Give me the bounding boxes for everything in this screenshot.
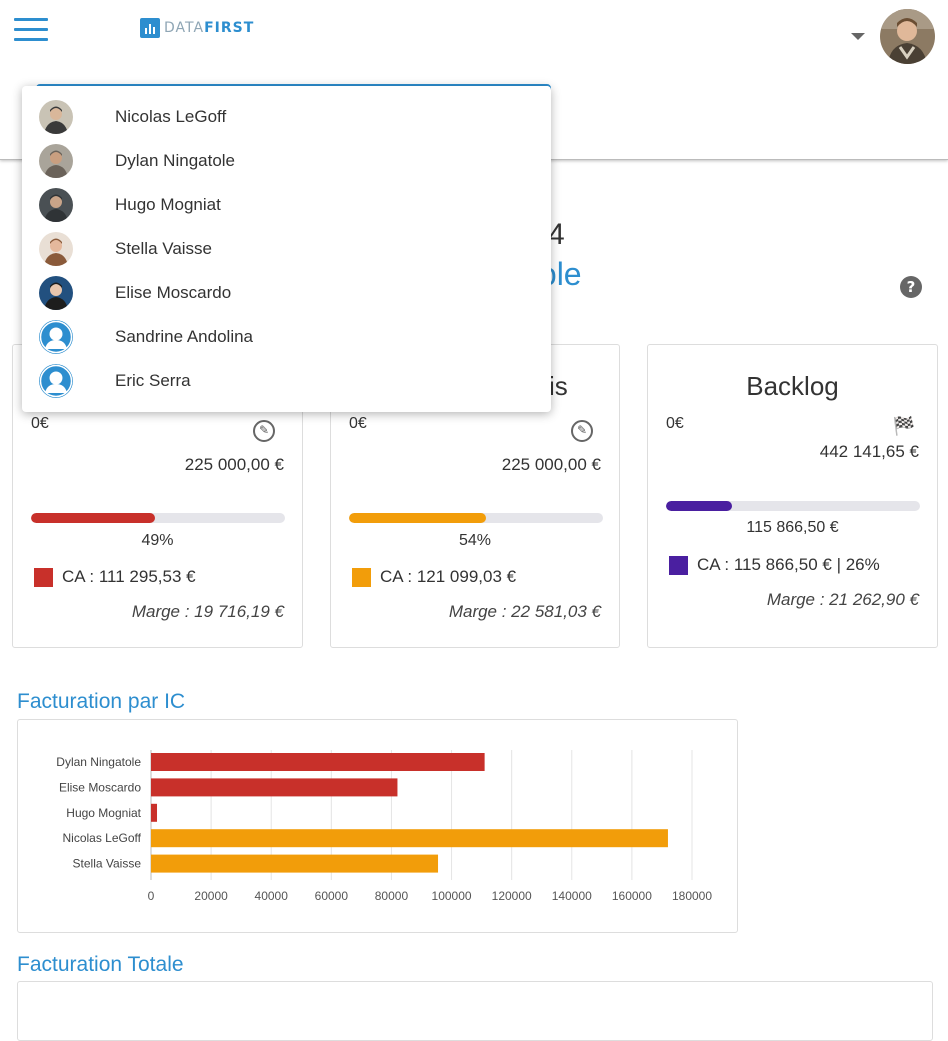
x-tick-label: 180000 — [672, 889, 712, 903]
card-title: is — [549, 371, 568, 401]
user-photo-avatar — [39, 188, 73, 222]
bar — [151, 778, 398, 797]
ca-color-swatch — [352, 567, 371, 587]
category-label: Nicolas LeGoff — [63, 831, 142, 845]
card-min: 0€ — [31, 415, 49, 432]
progress-percent: 49% — [141, 532, 174, 549]
category-label: Dylan Ningatole — [56, 755, 141, 769]
dropdown-item-label: Nicolas LeGoff — [115, 107, 227, 126]
edit-icon[interactable]: ✎ — [253, 420, 275, 442]
marge-value: Marge : 22 581,03 € — [448, 602, 601, 621]
ca-value: CA : 111 295,53 € — [62, 567, 196, 586]
bar — [151, 854, 439, 873]
ca-row: CA : 111 295,53 € — [34, 567, 196, 587]
progress-bar — [666, 501, 920, 511]
dropdown-item-label: Stella Vaisse — [115, 239, 213, 258]
user-photo-avatar — [39, 276, 73, 310]
dropdown-item[interactable]: Eric Serra — [22, 359, 551, 403]
logo-suffix: FIRST — [204, 20, 255, 36]
marge-value: Marge : 19 716,19 € — [131, 602, 284, 621]
user-photo-avatar — [39, 232, 73, 266]
category-label: Stella Vaisse — [73, 857, 142, 871]
category-label: Elise Moscardo — [59, 780, 141, 794]
card-title: Backlog — [746, 371, 839, 401]
bar — [151, 829, 668, 848]
x-tick-label: 160000 — [612, 889, 652, 903]
account-dropdown-caret-icon[interactable] — [851, 33, 865, 40]
progress-fill — [31, 513, 156, 523]
bar — [151, 803, 158, 822]
ca-color-swatch — [34, 567, 53, 587]
dropdown-item-label: Dylan Ningatole — [115, 151, 236, 170]
card-min: 0€ — [349, 415, 367, 432]
user-photo-avatar — [39, 100, 73, 134]
dropdown-item[interactable]: Sandrine Andolina — [22, 315, 551, 359]
dropdown-item[interactable]: Elise Moscardo — [22, 271, 551, 315]
facturation-totale-panel — [17, 981, 933, 1041]
card-target: 225 000,00 € — [501, 455, 601, 474]
section-title-facturation-totale: Facturation Totale — [17, 953, 184, 976]
x-tick-label: 0 — [148, 889, 155, 903]
x-tick-label: 40000 — [255, 889, 289, 903]
help-icon[interactable]: ? — [900, 276, 922, 298]
dropdown-item-label: Sandrine Andolina — [115, 327, 254, 346]
dropdown-item[interactable]: Stella Vaisse — [22, 227, 551, 271]
card-min: 0€ — [666, 415, 684, 432]
logo-chart-icon — [140, 18, 160, 38]
checkered-flag-icon: 🏁 — [892, 416, 915, 437]
dropdown-item-label: Eric Serra — [115, 371, 191, 390]
dropdown-item[interactable]: Nicolas LeGoff — [22, 95, 551, 139]
backlog-amount: 115 866,50 € — [746, 519, 839, 536]
bar — [151, 753, 485, 771]
progress-fill — [666, 501, 733, 511]
ca-row: CA : 115 866,50 € | 26% — [669, 555, 880, 575]
progress-percent: 54% — [458, 532, 492, 549]
ca-row: CA : 121 099,03 € — [352, 567, 516, 587]
card-target: 442 141,65 € — [819, 442, 919, 461]
section-title-facturation-ic: Facturation par IC — [17, 690, 186, 713]
x-tick-label: 20000 — [194, 889, 228, 903]
dropdown-item[interactable]: Hugo Mogniat — [22, 183, 551, 227]
dropdown-item[interactable]: Dylan Ningatole — [22, 139, 551, 183]
kpi-card-backlog: Backlog 0€ 🏁 442 141,65 € 115 866,50 € C… — [647, 344, 938, 648]
collaborator-dropdown: Nicolas LeGoff Dylan Ningatole Hugo Mognia… — [22, 86, 551, 412]
ca-value: CA : 121 099,03 € — [380, 567, 517, 586]
x-tick-label: 100000 — [432, 889, 472, 903]
default-user-icon — [39, 320, 73, 354]
default-user-icon — [39, 364, 73, 398]
ca-value: CA : 115 866,50 € | 26% — [697, 555, 880, 574]
hamburger-menu-icon[interactable] — [14, 18, 48, 44]
bar-chart-svg: 0 20000 40000 60000 80000 100000 120000 140000 1… — [56, 750, 712, 903]
card-target: 225 000,00 € — [184, 455, 284, 474]
category-label: Hugo Mogniat — [66, 806, 141, 820]
x-tick-label: 60000 — [315, 889, 349, 903]
x-tick-label: 120000 — [492, 889, 532, 903]
facturation-chart: 0 20000 40000 60000 80000 100000 120000 140000 1… — [17, 719, 738, 933]
progress-bar — [31, 513, 285, 523]
progress-bar — [349, 513, 603, 523]
marge-value: Marge : 21 262,90 € — [766, 590, 919, 609]
x-tick-label: 80000 — [375, 889, 409, 903]
datafirst-logo[interactable]: DATAFIRST — [140, 18, 254, 38]
dropdown-item-label: Elise Moscardo — [115, 283, 232, 302]
progress-fill — [349, 513, 487, 523]
dropdown-item-label: Hugo Mogniat — [115, 195, 221, 214]
x-tick-label: 140000 — [552, 889, 592, 903]
edit-icon[interactable]: ✎ — [571, 420, 593, 442]
logo-prefix: DATA — [164, 20, 205, 36]
ca-color-swatch — [669, 555, 688, 575]
user-avatar[interactable] — [880, 9, 935, 64]
user-photo-avatar — [39, 144, 73, 178]
